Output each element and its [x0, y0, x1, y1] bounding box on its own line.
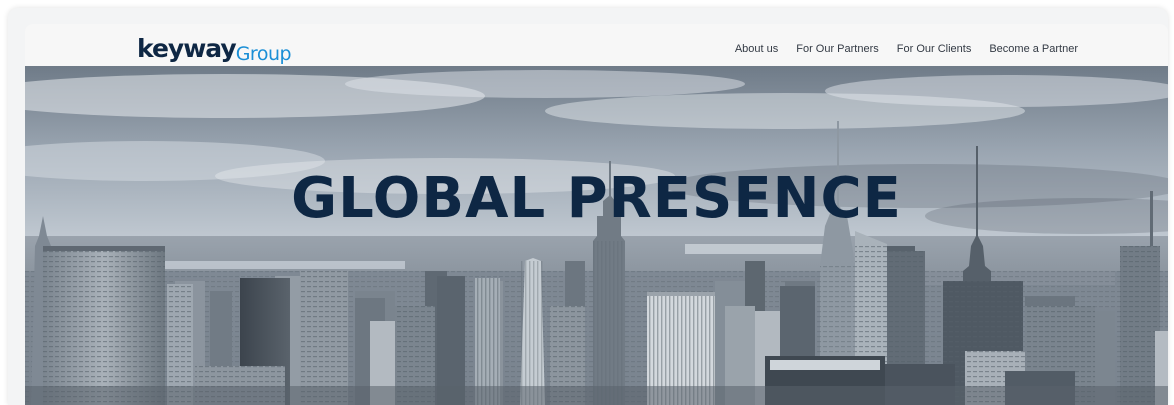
nav-for-our-partners[interactable]: For Our Partners [796, 43, 879, 55]
nav-about-us[interactable]: About us [735, 43, 778, 55]
hero-title: GLOBAL PRESENCE [291, 166, 902, 231]
city-skyline-image [25, 66, 1168, 405]
nav-become-a-partner[interactable]: Become a Partner [989, 43, 1078, 55]
logo-sub-text: Group [235, 43, 292, 65]
nav-for-our-clients[interactable]: For Our Clients [897, 43, 972, 55]
browser-frame: keywayGroup About us For Our Partners Fo… [8, 8, 1168, 405]
hero-banner: GLOBAL PRESENCE [25, 66, 1168, 405]
brand-logo[interactable]: keywayGroup [137, 34, 292, 65]
logo-main-text: keyway [137, 34, 237, 63]
